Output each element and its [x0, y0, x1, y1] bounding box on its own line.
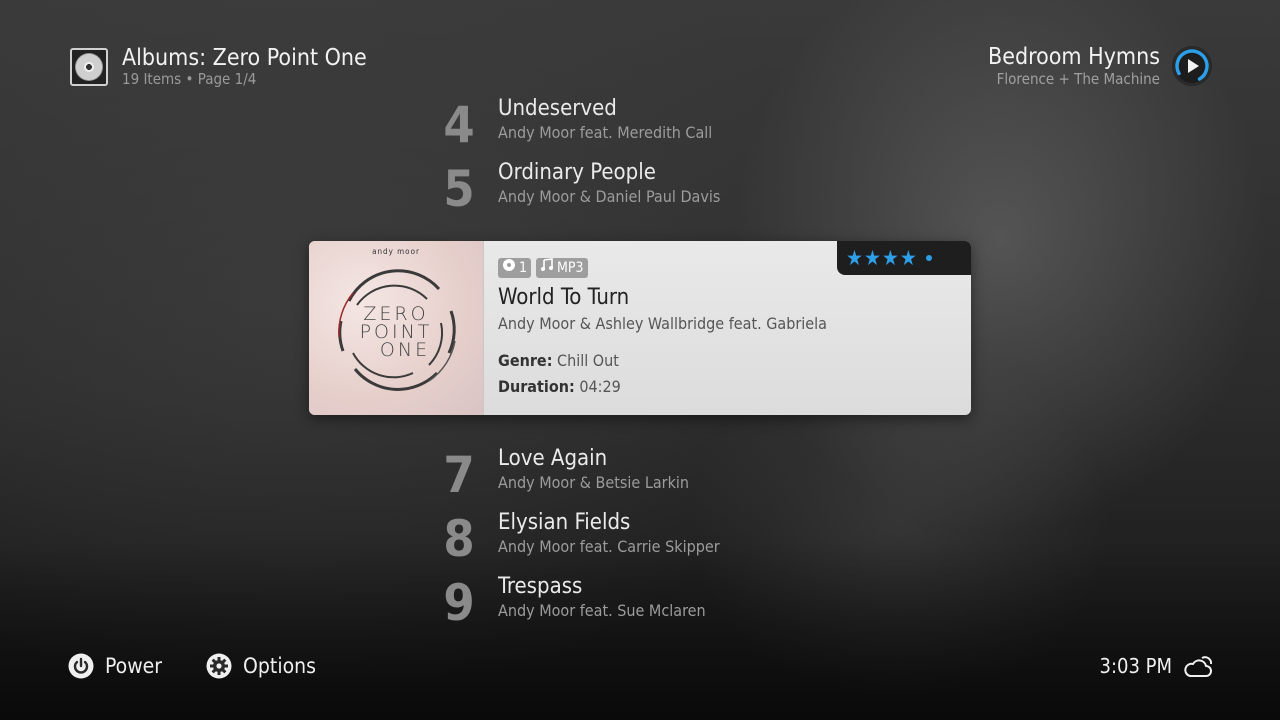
track-artist: Andy Moor & Daniel Paul Davis — [498, 187, 721, 206]
selected-track-title: World To Turn — [498, 285, 630, 310]
footer-bar: Power Options — [68, 653, 360, 679]
track-title: Ordinary People — [498, 160, 656, 185]
star-icon: ★ — [863, 246, 881, 270]
power-icon — [68, 653, 94, 679]
selected-track-artist: Andy Moor & Ashley Wallbridge feat. Gabr… — [498, 314, 827, 333]
genre-label: Genre: — [498, 351, 553, 370]
cover-word: ONE — [379, 339, 431, 361]
page-title: Albums: Zero Point One — [122, 45, 367, 71]
track-title: Love Again — [498, 446, 608, 471]
star-icon: ★ — [899, 246, 917, 270]
empty-rating-dot — [925, 255, 932, 261]
format-label: MP3 — [557, 260, 584, 276]
track-title: Undeserved — [498, 96, 617, 121]
genre-line: Genre: Chill Out — [498, 351, 619, 371]
power-button[interactable]: Power — [68, 653, 162, 679]
star-icon: ★ — [881, 246, 899, 270]
cd-case-icon — [70, 48, 108, 86]
rating-stars: ★ ★ ★ ★ — [837, 241, 971, 275]
now-playing-artist: Florence + The Machine — [996, 70, 1160, 88]
now-playing-title: Bedroom Hymns — [988, 44, 1160, 70]
format-badge: MP3 — [536, 258, 588, 278]
music-note-icon — [540, 258, 554, 278]
list-item[interactable]: 4 Undeserved Andy Moor feat. Meredith Ca… — [440, 96, 920, 156]
track-badges: 1 MP3 — [498, 258, 593, 278]
list-item[interactable]: 7 Love Again Andy Moor & Betsie Larkin — [440, 446, 920, 506]
disc-number: 1 — [519, 260, 528, 276]
track-artist: Andy Moor feat. Sue Mclaren — [498, 601, 706, 620]
now-playing[interactable]: Bedroom Hymns Florence + The Machine — [988, 44, 1212, 88]
list-item[interactable]: 5 Ordinary People Andy Moor & Daniel Pau… — [440, 160, 920, 220]
clock: 3:03 PM — [1099, 654, 1173, 678]
genre-value: Chill Out — [557, 351, 619, 370]
track-artist: Andy Moor & Betsie Larkin — [498, 473, 690, 492]
list-item[interactable]: 8 Elysian Fields Andy Moor feat. Carrie … — [440, 510, 920, 570]
library-header: Albums: Zero Point One 19 Items • Page 1… — [70, 46, 367, 88]
track-number: 4 — [443, 96, 475, 154]
track-artist: Andy Moor feat. Meredith Call — [498, 123, 713, 142]
item-count: 19 Items • Page 1/4 — [122, 70, 257, 88]
track-number: 5 — [443, 160, 475, 218]
options-button[interactable]: Options — [206, 653, 316, 679]
track-number: 9 — [443, 574, 475, 632]
duration-line: Duration: 04:29 — [498, 377, 621, 397]
track-title: Trespass — [498, 574, 583, 599]
power-label: Power — [105, 654, 163, 678]
duration-label: Duration: — [498, 377, 575, 396]
gear-icon — [206, 653, 232, 679]
cloudy-weather-icon — [1182, 652, 1214, 684]
disc-badge: 1 — [498, 258, 532, 278]
list-item[interactable]: 9 Trespass Andy Moor feat. Sue Mclaren — [440, 574, 920, 634]
options-label: Options — [243, 654, 316, 678]
disc-icon — [502, 258, 516, 278]
track-artist: Andy Moor feat. Carrie Skipper — [498, 537, 720, 556]
duration-value: 04:29 — [579, 377, 621, 396]
track-number: 7 — [443, 446, 475, 504]
play-icon[interactable] — [1172, 46, 1212, 86]
track-title: Elysian Fields — [498, 510, 631, 535]
star-icon: ★ — [846, 246, 863, 270]
track-number: 8 — [443, 510, 475, 568]
selected-track-card[interactable]: andy moor ZERO POINT ONE 1 MP3 World To … — [309, 241, 971, 415]
album-cover: andy moor ZERO POINT ONE — [309, 241, 484, 415]
